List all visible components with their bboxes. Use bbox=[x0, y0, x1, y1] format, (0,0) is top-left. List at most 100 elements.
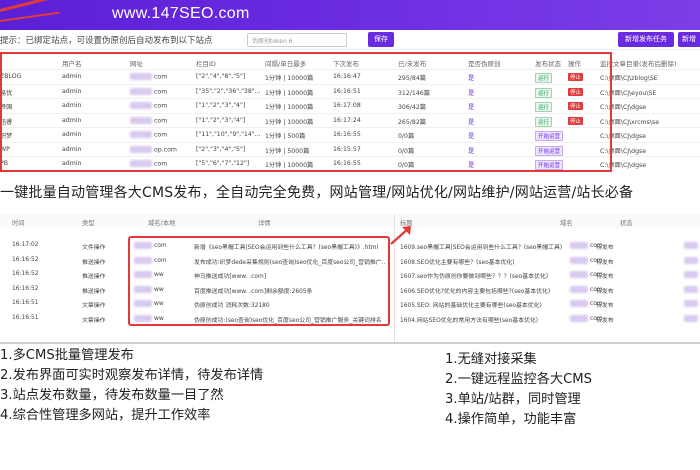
cat-cell: ["2","3","4","5"] bbox=[196, 145, 246, 153]
next-cell: 16:16:55 bbox=[333, 160, 361, 167]
save-button[interactable]: 保存 bbox=[368, 32, 394, 47]
start-operation-button[interactable]: 开始运营 bbox=[535, 160, 564, 170]
table-row: ZBLOG admin com ["2","4","8","5"] 1分钟 | 1000… bbox=[0, 69, 700, 83]
detail-cell: 伪原创成功:(seo查询)seo优化_百度seo公司_营销推广服务_关键词排名 bbox=[194, 318, 382, 324]
blurred-domain bbox=[684, 271, 698, 279]
domain-cell: ww bbox=[134, 315, 164, 322]
url-suffix: com bbox=[154, 117, 168, 124]
time-cell: 16:16:52 bbox=[12, 256, 39, 263]
blurred-domain bbox=[130, 87, 152, 95]
new-button[interactable]: 新增 bbox=[678, 32, 700, 47]
blurred-domain bbox=[570, 285, 588, 293]
blurred-domain bbox=[570, 300, 588, 308]
headline: 一键批量自动管理各大CMS发布，全自动完全免费，网站管理/网站优化/网站维护/网… bbox=[0, 185, 634, 201]
time-cell: 16:16:52 bbox=[12, 285, 39, 292]
next-cell: 16:16:47 bbox=[333, 73, 361, 80]
detail-cell: 发布成功:织梦dede采集规则(seo查询)seo优化_百度seo公司_营销推广… bbox=[194, 259, 386, 266]
log-row: 16:16:52 推送操作 ww 百度推送成功[www. .com]剩余额度:2605… bbox=[0, 282, 700, 296]
blurred-domain bbox=[684, 315, 698, 322]
stop-button[interactable]: 停止 bbox=[568, 73, 584, 81]
log-column-header: 域名/本地 bbox=[148, 220, 176, 227]
site-url-cell: com bbox=[130, 160, 167, 168]
user-cell: admin bbox=[62, 73, 82, 80]
next-cell: 16:15:57 bbox=[333, 145, 361, 153]
feature-item: 2.发布界面可实时观察发布详情，待发布详情 bbox=[0, 368, 264, 383]
blurred-domain bbox=[130, 73, 152, 80]
start-operation-button[interactable]: 开始运营 bbox=[535, 145, 564, 156]
start-operation-button[interactable]: 开始运营 bbox=[535, 131, 564, 141]
cat-cell: ["11","10","9","14"... bbox=[196, 131, 261, 138]
blurred-domain bbox=[570, 256, 588, 264]
dir-cell: C:\桌面\CJ\dgse bbox=[600, 133, 647, 140]
column-header: 操作 bbox=[568, 60, 581, 68]
feature-item: 1.多CMS批量管理发布 bbox=[0, 348, 134, 363]
pseudo-original-flag: 是 bbox=[468, 104, 475, 111]
cms-cell: 迅睿 bbox=[0, 118, 13, 126]
time-cell: 16:16:52 bbox=[12, 271, 39, 278]
blurred-domain bbox=[570, 242, 588, 249]
title-cell: 1607.seo作为伪原创你要做到哪些？？？(seo基本优化) bbox=[400, 274, 549, 281]
cms-cell: PB bbox=[0, 160, 8, 167]
state-cell: 待发布 bbox=[596, 274, 614, 281]
state-cell: 待发布 bbox=[596, 288, 614, 295]
column-header: 监控文章目录(发布后删除) bbox=[600, 60, 677, 68]
token-input[interactable]: 伪原创token 6 bbox=[247, 33, 347, 47]
domain-cell: ww bbox=[134, 300, 164, 308]
state-cell: 待发布 bbox=[596, 245, 614, 251]
title-cell: 1608.SEO优化主要有哪些？(seo基本优化) bbox=[400, 259, 515, 266]
table-row: 易优 admin com ["35","2","36","38"... 1分钟 | 10… bbox=[0, 83, 700, 98]
column-header: 已/未发布 bbox=[398, 60, 427, 68]
log-column-header: 详情 bbox=[258, 220, 271, 227]
toolbar-hint: 提示：已绑定站点，可设置伪原创后自动发布到以下站点 bbox=[0, 36, 213, 46]
user-cell: admin bbox=[62, 102, 82, 109]
interval-cell: 1分钟 | 10000篇 bbox=[265, 104, 314, 111]
cat-cell: ["1","2","3","4"] bbox=[196, 102, 246, 109]
url-suffix: com bbox=[154, 131, 168, 139]
column-header: 下次发布 bbox=[333, 60, 359, 68]
stop-button[interactable]: 停止 bbox=[568, 102, 584, 110]
title-cell: 1604.网站SEO优化的常用方法有哪些(seo基本优化) bbox=[400, 318, 539, 324]
log-table-header: 时间 类型 域名/本地 详情 标题 域名 状态 bbox=[0, 214, 700, 228]
cat-cell: ["1","2","3","4"] bbox=[196, 116, 246, 124]
toolbar: 提示：已绑定站点，可设置伪原创后自动发布到以下站点 伪原创token 6 保存 … bbox=[0, 30, 700, 50]
status-running-badge: 运行 bbox=[535, 73, 553, 83]
log-column-header: 域名 bbox=[560, 220, 573, 227]
column-header: 是否伪原创 bbox=[468, 60, 501, 68]
detail-cell: 伪原创成功 消耗次数:32180 bbox=[194, 303, 270, 310]
blurred-domain bbox=[134, 271, 152, 279]
status-running-badge: 运行 bbox=[535, 102, 553, 112]
site-url-cell: op.com bbox=[130, 145, 177, 153]
column-header: 栏目ID bbox=[196, 60, 216, 68]
blurred-domain bbox=[684, 285, 698, 293]
stop-button[interactable]: 停止 bbox=[568, 116, 584, 125]
feature-list-right: 1.无缝对接采集 2.一键远程监控各大CMS 3.单站/站群，同时管理 4.操作简单，… bbox=[445, 350, 592, 430]
log-column-header: 时间 bbox=[12, 220, 25, 227]
interval-cell: 1分钟 | 10000篇 bbox=[265, 118, 314, 126]
interval-cell: 1分钟 | 500篇 bbox=[265, 133, 306, 140]
blurred-domain bbox=[134, 285, 152, 293]
count-cell: 295/84篇 bbox=[398, 75, 426, 82]
detail-cell: 新增《seo黑帽工具|SEO会运用到些什么工具？(seo黑帽工具)》.html bbox=[194, 245, 379, 251]
url-suffix: com bbox=[154, 102, 168, 110]
count-cell: 0/0篇 bbox=[398, 147, 415, 155]
blurred-domain bbox=[134, 300, 152, 308]
column-header: 发布状态 bbox=[535, 60, 561, 68]
cat-cell: ["35","2","36","38"... bbox=[196, 87, 261, 95]
stop-button[interactable]: 停止 bbox=[568, 87, 584, 96]
interval-cell: 1分钟 | 10000篇 bbox=[265, 89, 314, 97]
detail-cell: 神马推送成功[www. .com] bbox=[194, 274, 267, 281]
table-row: 织梦 admin com ["11","10","9","14"... 1分钟 | 50… bbox=[0, 127, 700, 141]
time-cell: 16:17:02 bbox=[12, 242, 39, 248]
next-cell: 16:16:55 bbox=[333, 131, 361, 138]
type-cell: 推送操作 bbox=[82, 259, 106, 266]
site-url-cell: com bbox=[130, 87, 167, 95]
blurred-domain bbox=[134, 242, 152, 249]
type-cell: 推送操作 bbox=[82, 274, 106, 281]
table-row: WP admin op.com ["2","3","4","5"] 1分钟 | 5000… bbox=[0, 141, 700, 156]
new-task-button[interactable]: 新增发布任务 bbox=[618, 32, 674, 47]
table-row: PB admin com ["5","6","7","12"] 1分钟 | 10000篇… bbox=[0, 156, 700, 170]
count-cell: 0/0篇 bbox=[398, 162, 415, 169]
red-arrow-icon bbox=[390, 226, 411, 245]
domain-suffix: com bbox=[154, 257, 167, 264]
pseudo-original-flag: 是 bbox=[468, 118, 475, 126]
